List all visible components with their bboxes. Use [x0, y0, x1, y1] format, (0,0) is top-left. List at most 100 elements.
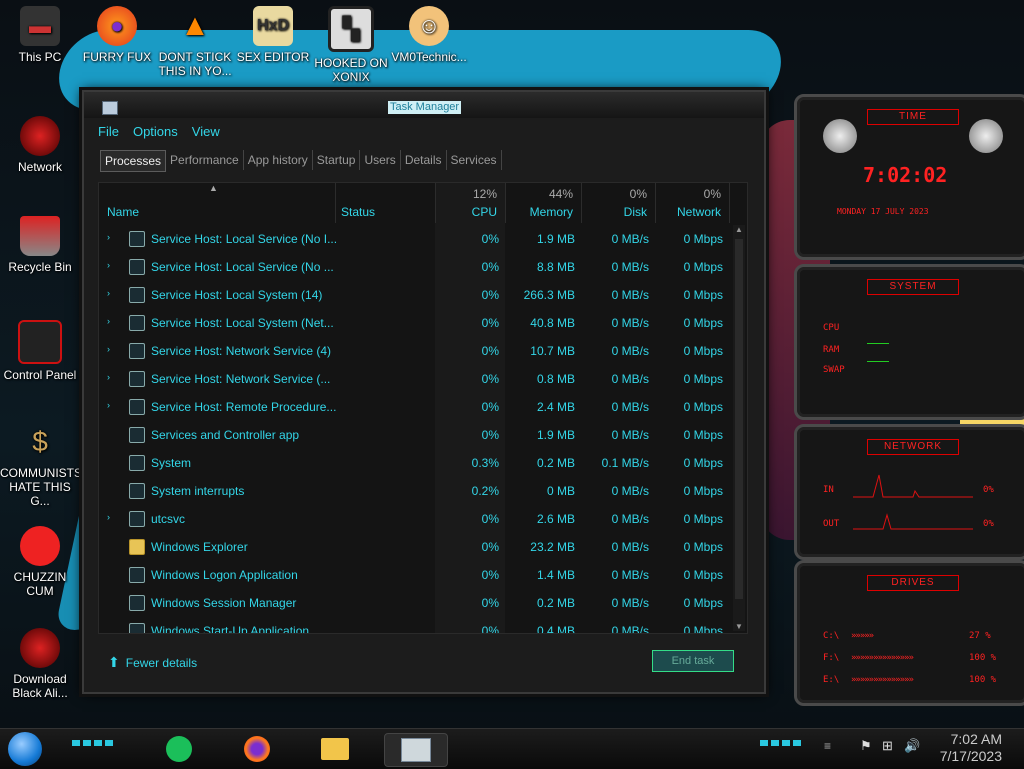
expand-chevron-icon[interactable]: ›: [107, 288, 110, 298]
tab-details[interactable]: Details: [401, 150, 447, 170]
process-cpu: 0%: [481, 288, 499, 302]
menu-file[interactable]: File: [98, 124, 119, 144]
tab-users[interactable]: Users: [360, 150, 401, 170]
desktop-icon-network[interactable]: Network: [0, 116, 80, 174]
process-row[interactable]: › Service Host: Local Service (No I... 0% 1…: [99, 225, 729, 253]
column-header-cpu[interactable]: 12% CPU: [435, 183, 506, 223]
ram-label: RAM: [823, 345, 840, 355]
desktop-icon-label: Download Black Ali...: [12, 672, 68, 700]
tab-startup[interactable]: Startup: [313, 150, 361, 170]
clock-time: 7:02 AM: [950, 731, 1002, 747]
desktop-icon-chuzzle[interactable]: CHUZZIN CUM: [0, 526, 80, 598]
network-out-value: 0%: [983, 519, 994, 529]
expand-chevron-icon[interactable]: ›: [107, 316, 110, 326]
process-network: 0 Mbps: [683, 400, 723, 414]
process-row[interactable]: Windows Start-Up Application 0% 0.4 MB 0 MB…: [99, 617, 729, 634]
tab-services[interactable]: Services: [447, 150, 502, 170]
firefox-taskbar-button[interactable]: [240, 733, 274, 765]
start-orb-icon[interactable]: [8, 732, 42, 766]
process-row[interactable]: › Service Host: Remote Procedure... 0% 2.4 …: [99, 393, 729, 421]
process-row[interactable]: › Service Host: Network Service (... 0% 0.8…: [99, 365, 729, 393]
desktop-icon-control-panel[interactable]: Control Panel: [0, 320, 80, 382]
column-header-name[interactable]: ▲ Name: [99, 183, 336, 223]
task-manager-taskbar-button[interactable]: [384, 733, 448, 767]
money-bag-icon: $: [32, 426, 48, 457]
column-header-network[interactable]: 0% Network: [655, 183, 730, 223]
desktop-icon-vlc[interactable]: ▲ DONT STICK THIS IN YO...: [155, 6, 235, 79]
flag-icon[interactable]: ⚑: [860, 738, 872, 754]
process-name: Service Host: Local Service (No I...: [151, 232, 338, 246]
desktop-icon-this-pc[interactable]: ▬ This PC: [0, 6, 80, 64]
menu-view[interactable]: View: [192, 124, 220, 144]
process-row[interactable]: System interrupts 0.2% 0 MB 0 MB/s 0 Mbps: [99, 477, 729, 505]
scrollbar-thumb[interactable]: [735, 239, 743, 599]
desktop-icon-recycle-bin[interactable]: Recycle Bin: [0, 216, 80, 274]
fewer-details-button[interactable]: ⬆ Fewer details: [108, 654, 197, 671]
process-network: 0 Mbps: [683, 456, 723, 470]
gear-icon: [129, 399, 145, 415]
process-memory: 0.8 MB: [536, 372, 575, 386]
process-memory: 1.4 MB: [536, 568, 575, 582]
expand-chevron-icon[interactable]: ›: [107, 344, 110, 354]
task-manager-window[interactable]: Task Manager File Options View Processes…: [82, 90, 766, 694]
expand-chevron-icon[interactable]: ›: [107, 512, 110, 522]
tab-strip: Processes Performance App history Startu…: [100, 150, 502, 172]
menu-options[interactable]: Options: [133, 124, 178, 144]
chuzzle-icon: [20, 526, 60, 566]
column-network-label: Network: [676, 205, 721, 219]
process-row[interactable]: System 0.3% 0.2 MB 0.1 MB/s 0 Mbps: [99, 449, 729, 477]
process-row[interactable]: › utcsvc 0% 2.6 MB 0 MB/s 0 Mbps: [99, 505, 729, 533]
desktop: ▬ This PC ● FURRY FUX ▲ DONT STICK THIS …: [0, 0, 1024, 728]
desktop-icon-vm0technic[interactable]: ☺ VM0Technic...: [389, 6, 469, 64]
scroll-up-icon[interactable]: ▲: [735, 225, 743, 234]
title-bar[interactable]: Task Manager: [84, 92, 764, 118]
cpu-label: CPU: [823, 323, 840, 333]
process-memory: 0 MB: [546, 484, 575, 498]
process-row[interactable]: Windows Session Manager 0% 0.2 MB 0 MB/s 0 M…: [99, 589, 729, 617]
process-row[interactable]: Windows Explorer 0% 23.2 MB 0 MB/s 0 Mbps: [99, 533, 729, 561]
volume-icon[interactable]: 🔊: [904, 738, 920, 754]
desktop-icon-download-black-alien[interactable]: Download Black Ali...: [0, 628, 80, 700]
taskbar: ≡ ⚑ ⊞ 🔊 7:02 AM 7/17/2023: [0, 728, 1024, 769]
vertical-scrollbar[interactable]: ▲ ▼: [733, 225, 745, 631]
network-total: 0%: [703, 187, 721, 201]
end-task-button[interactable]: End task: [652, 650, 734, 672]
desktop-icon-xonix[interactable]: ▚ HOOKED ON XONIX: [311, 6, 391, 84]
expand-chevron-icon[interactable]: ›: [107, 372, 110, 382]
process-cpu: 0%: [481, 624, 499, 634]
column-header-status[interactable]: Status: [335, 183, 436, 223]
tab-performance[interactable]: Performance: [166, 150, 244, 170]
file-explorer-button[interactable]: [318, 733, 352, 765]
expand-chevron-icon[interactable]: ›: [107, 400, 110, 410]
process-row[interactable]: Windows Logon Application 0% 1.4 MB 0 MB/s 0…: [99, 561, 729, 589]
process-name: Service Host: Remote Procedure...: [151, 400, 337, 414]
column-header-memory[interactable]: 44% Memory: [505, 183, 582, 223]
tab-processes[interactable]: Processes: [100, 150, 167, 172]
desktop-icon-money[interactable]: $ COMMUNISTS HATE THIS G...: [0, 422, 82, 509]
time-widget: TIME 7:02:02 MONDAY 17 JULY 2023: [794, 94, 1024, 260]
process-row[interactable]: › Service Host: Local System (14) 0% 266.3 …: [99, 281, 729, 309]
process-network: 0 Mbps: [683, 484, 723, 498]
expand-chevron-icon[interactable]: ›: [107, 260, 110, 270]
taskbar-clock[interactable]: 7:02 AM 7/17/2023: [940, 729, 1002, 765]
folder-icon: [129, 539, 145, 555]
tab-app-history[interactable]: App history: [244, 150, 313, 170]
network-in-value: 0%: [983, 485, 994, 495]
process-row[interactable]: › Service Host: Local System (Net... 0% 40.…: [99, 309, 729, 337]
desktop-icon-hex-editor[interactable]: HxD SEX EDITOR: [233, 6, 313, 64]
desktop-icon-furry-fux[interactable]: ● FURRY FUX: [77, 6, 157, 64]
expand-chevron-icon[interactable]: ›: [107, 232, 110, 242]
process-row[interactable]: Services and Controller app 0% 1.9 MB 0 MB/…: [99, 421, 729, 449]
drive-f-bar: »»»»»»»»»»»»»»: [851, 653, 914, 663]
scroll-down-icon[interactable]: ▼: [735, 622, 743, 631]
gear-icon: [129, 259, 145, 275]
process-disk: 0 MB/s: [611, 372, 649, 386]
notes-app-button[interactable]: [162, 733, 196, 765]
column-header-disk[interactable]: 0% Disk: [581, 183, 656, 223]
process-cpu: 0%: [481, 428, 499, 442]
process-row[interactable]: › Service Host: Local Service (No ... 0% 8.…: [99, 253, 729, 281]
show-hidden-icons-icon[interactable]: ≡: [824, 739, 831, 753]
process-disk: 0 MB/s: [611, 260, 649, 274]
process-row[interactable]: › Service Host: Network Service (4) 0% 10.7…: [99, 337, 729, 365]
network-tray-icon[interactable]: ⊞: [882, 738, 893, 754]
